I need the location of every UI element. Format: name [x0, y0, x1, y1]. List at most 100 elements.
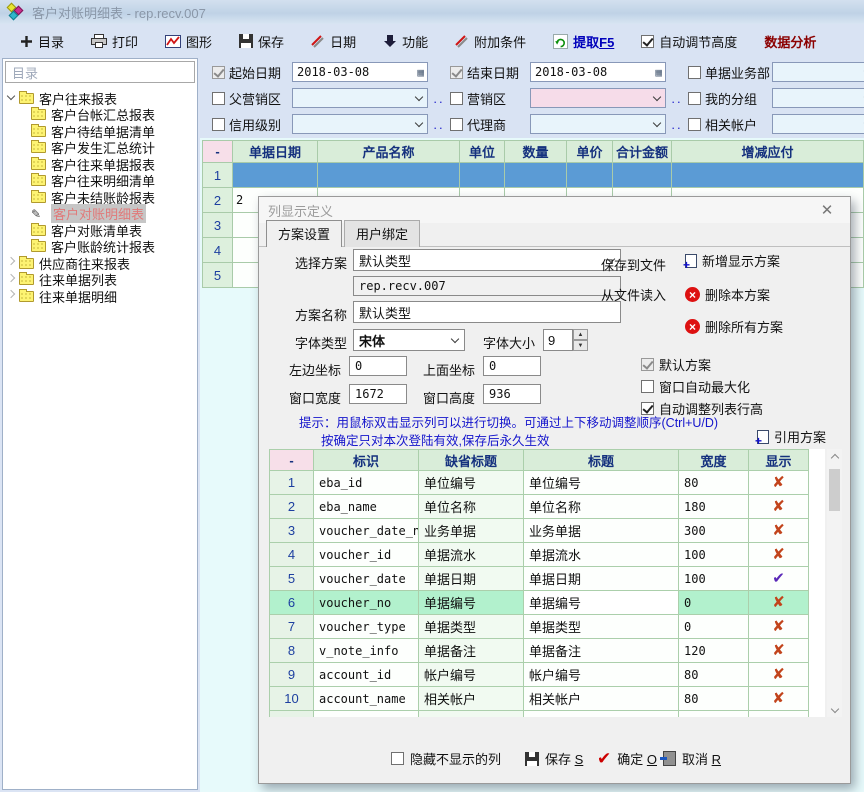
tree-item[interactable]: 客户台帐汇总报表: [3, 107, 197, 124]
hidden-mark[interactable]: ✘: [772, 691, 785, 706]
window-height-input[interactable]: 936: [483, 384, 541, 404]
add-plan-button[interactable]: 新增显示方案: [685, 251, 780, 270]
width-value[interactable]: 180: [679, 495, 749, 519]
caption-editing[interactable]: 单据编号: [524, 591, 679, 615]
vertical-scrollbar[interactable]: [827, 449, 842, 717]
date-button[interactable]: 日期: [311, 32, 356, 51]
hidden-mark[interactable]: ✘: [772, 475, 785, 490]
dialog-save-button[interactable]: 保存 S: [525, 749, 583, 768]
tree-item[interactable]: 客户往来单据报表: [3, 156, 197, 173]
column-header[interactable]: 显示: [749, 449, 809, 471]
calendar-icon[interactable]: ▦: [655, 67, 662, 78]
agent-checkbox[interactable]: [450, 118, 463, 131]
caption[interactable]: 单据流水: [524, 543, 679, 567]
reference-plan-button[interactable]: 引用方案: [757, 427, 826, 446]
column-header[interactable]: 缺省标题: [419, 449, 524, 471]
column-header[interactable]: 数量: [505, 140, 567, 163]
tab-user-binding[interactable]: 用户绑定: [344, 220, 420, 247]
caption[interactable]: 相关帐户: [524, 687, 679, 711]
start-date-checkbox[interactable]: [212, 66, 225, 79]
account-checkbox[interactable]: [688, 118, 701, 131]
caption[interactable]: 业务单据: [524, 519, 679, 543]
column-header[interactable]: 合计金额: [613, 140, 672, 163]
column-header[interactable]: 单据日期: [233, 140, 318, 163]
caption[interactable]: 单据日期: [524, 567, 679, 591]
tree-item[interactable]: 客户账龄统计报表: [3, 239, 197, 256]
font-type-dropdown[interactable]: 宋体: [353, 329, 465, 351]
delete-all-plans-button[interactable]: ×删除所有方案: [685, 317, 783, 336]
print-button[interactable]: 打印: [91, 32, 138, 51]
column-header[interactable]: 宽度: [679, 449, 749, 471]
default-plan-toggle[interactable]: 默认方案: [641, 355, 711, 374]
hidden-mark[interactable]: ✘: [772, 667, 785, 682]
select-plan-dropdown[interactable]: 默认类型: [353, 249, 621, 271]
auto-height-toggle[interactable]: 自动调节高度: [641, 32, 737, 51]
caption[interactable]: 单位名称: [524, 495, 679, 519]
plan-name-input[interactable]: 默认类型: [353, 301, 621, 323]
window-width-input[interactable]: 1672: [349, 384, 407, 404]
chevron-down-icon[interactable]: [3, 97, 19, 99]
font-size-stepper[interactable]: 9 ▲▼: [543, 329, 588, 351]
parent-region-filter[interactable]: 父营销区: [212, 89, 292, 108]
close-icon[interactable]: ✕: [813, 201, 841, 219]
caption[interactable]: 单据备注: [524, 639, 679, 663]
start-date-input[interactable]: 2018-03-08▦: [292, 62, 428, 82]
function-button[interactable]: 功能: [383, 32, 428, 51]
table-row[interactable]: 8 v_note_info 单据备注 单据备注 120 ✘: [269, 639, 809, 663]
credit-select[interactable]: [292, 114, 428, 134]
chart-button[interactable]: 图形: [165, 32, 212, 51]
tree-item[interactable]: 客户待结单据清单: [3, 123, 197, 140]
hide-columns-toggle[interactable]: 隐藏不显示的列: [391, 749, 501, 768]
data-analysis-button[interactable]: 数据分析: [764, 32, 816, 51]
column-header[interactable]: 标识: [314, 449, 419, 471]
dialog-ok-button[interactable]: ✔ 确定 O: [597, 749, 657, 768]
hide-columns-checkbox[interactable]: [391, 752, 404, 765]
column-header[interactable]: 标题: [524, 449, 679, 471]
account-filter[interactable]: 相关帐户: [688, 115, 772, 134]
scroll-up-icon[interactable]: [827, 449, 842, 463]
hidden-mark[interactable]: ✘: [772, 595, 785, 610]
hidden-mark[interactable]: ✘: [772, 547, 785, 562]
my-group-checkbox[interactable]: [688, 92, 701, 105]
caption[interactable]: 帐户编号: [524, 663, 679, 687]
agent-filter[interactable]: 代理商: [450, 115, 530, 134]
extract-button[interactable]: 提取F5: [553, 32, 614, 51]
tree-item[interactable]: 客户发生汇总统计: [3, 140, 197, 157]
start-date-filter[interactable]: 起始日期: [212, 63, 292, 82]
credit-checkbox[interactable]: [212, 118, 225, 131]
calendar-icon[interactable]: ▦: [417, 67, 424, 78]
table-row-selected[interactable]: 6 voucher_no 单据编号 单据编号 0 ✘: [269, 591, 809, 615]
width-value[interactable]: 0: [679, 591, 749, 615]
dialog-cancel-button[interactable]: 取消 R: [663, 749, 721, 768]
column-header[interactable]: 单价: [567, 140, 613, 163]
default-plan-checkbox[interactable]: [641, 358, 654, 371]
grid-row-selected[interactable]: 1: [202, 163, 864, 188]
chevron-right-icon[interactable]: [3, 295, 19, 297]
table-row[interactable]: 2 eba_name 单位名称 单位名称 180 ✘: [269, 495, 809, 519]
width-value[interactable]: 300: [679, 519, 749, 543]
top-coord-input[interactable]: 0: [483, 356, 541, 376]
horizontal-scrollbar[interactable]: [269, 723, 825, 731]
parent-region-checkbox[interactable]: [212, 92, 225, 105]
extra-condition-button[interactable]: 附加条件: [455, 32, 526, 51]
end-date-input[interactable]: 2018-03-08▦: [530, 62, 666, 82]
tree-item-voucher-list[interactable]: 往来单据列表: [3, 272, 197, 289]
column-header[interactable]: 增减应付: [672, 140, 864, 163]
tab-plan-settings[interactable]: 方案设置: [266, 220, 342, 247]
table-row[interactable]: 7 voucher_type 单据类型 单据类型 0 ✘: [269, 615, 809, 639]
region-select[interactable]: [530, 88, 666, 108]
scroll-down-icon[interactable]: [827, 703, 842, 717]
end-date-checkbox[interactable]: [450, 66, 463, 79]
save-to-file-link[interactable]: 保存到文件: [601, 255, 666, 274]
caption[interactable]: 单据类型: [524, 615, 679, 639]
dept-checkbox[interactable]: [688, 66, 701, 79]
table-row[interactable]: 10 account_name 相关帐户 相关帐户 80 ✘: [269, 687, 809, 711]
dept-filter[interactable]: 单据业务部: [688, 63, 772, 82]
credit-filter[interactable]: 信用级别: [212, 115, 292, 134]
table-row[interactable]: 5 voucher_date 单据日期 单据日期 100 ✔: [269, 567, 809, 591]
my-group-filter[interactable]: 我的分组: [688, 89, 772, 108]
tree-item-supplier-reports[interactable]: 供应商往来报表: [3, 255, 197, 272]
spin-down-icon[interactable]: ▼: [573, 340, 588, 351]
width-value[interactable]: 0: [679, 615, 749, 639]
column-header[interactable]: -: [202, 140, 233, 163]
